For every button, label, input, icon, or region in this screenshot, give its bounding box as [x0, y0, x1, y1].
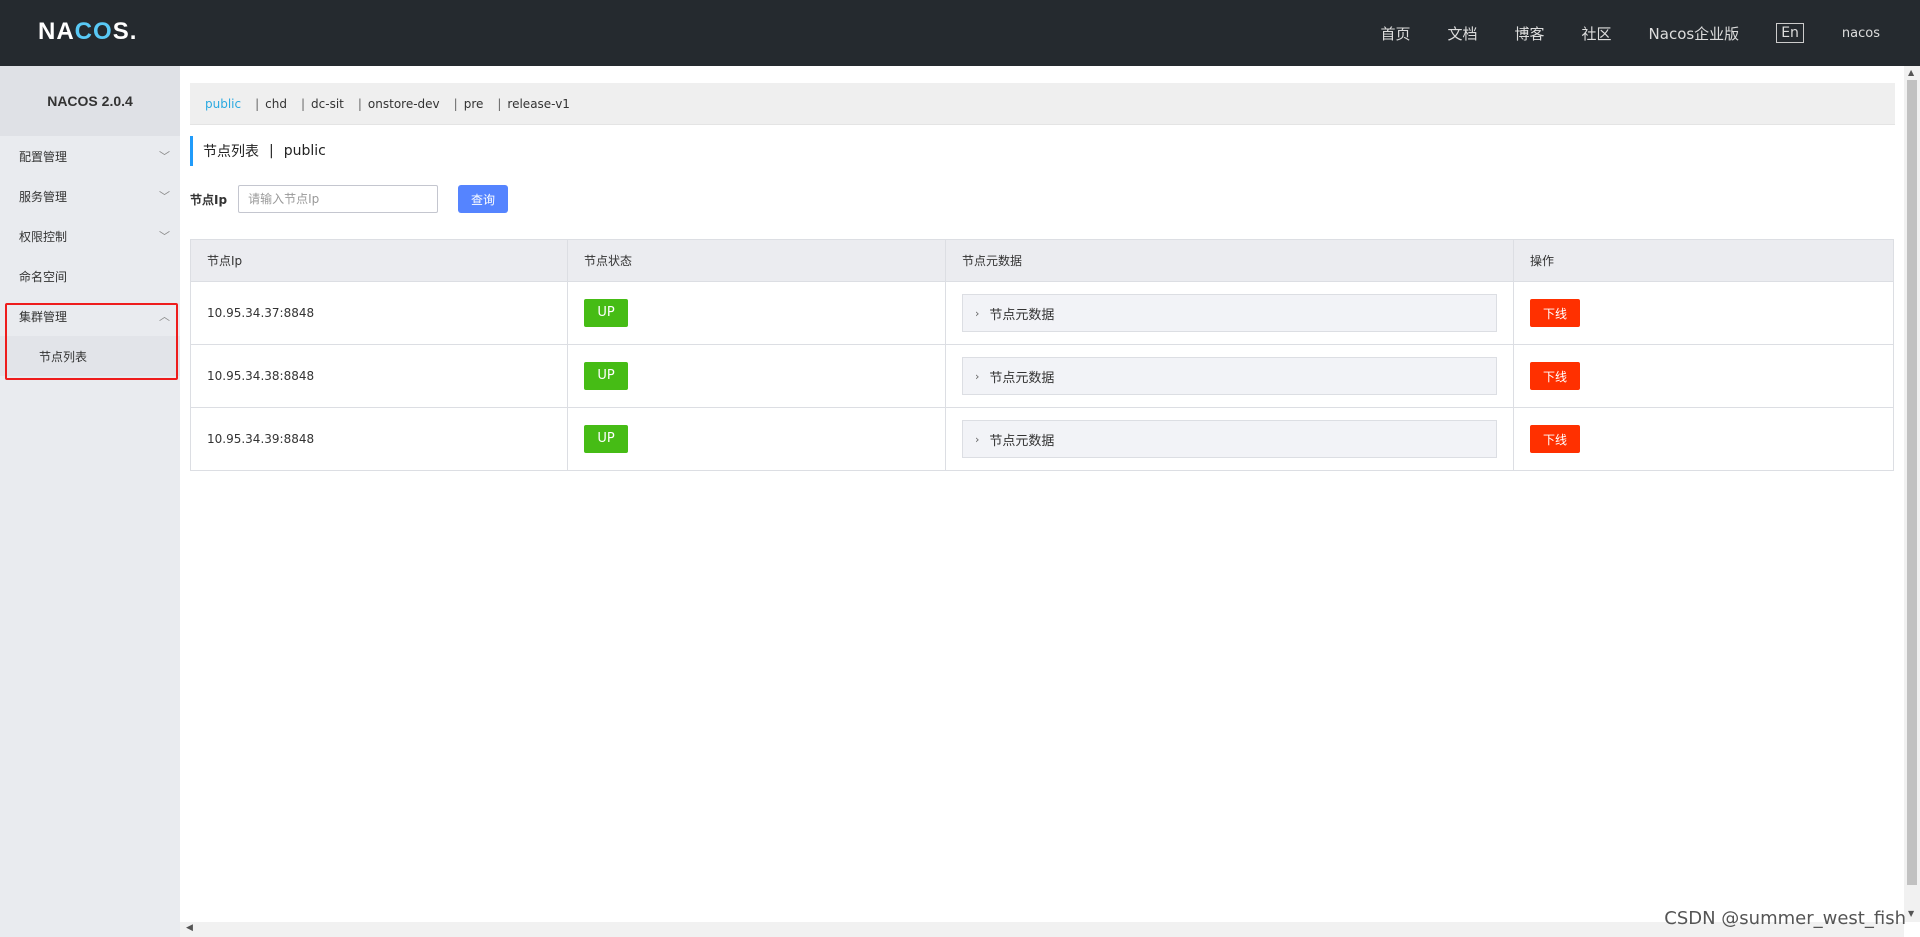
- node-ip: 10.95.34.39:8848: [190, 407, 568, 471]
- sidebar-item-label: 配置管理: [19, 149, 68, 164]
- namespace-item[interactable]: chd: [265, 97, 287, 111]
- status-badge: UP: [584, 362, 628, 390]
- namespace-separator: |: [497, 96, 502, 111]
- sidebar-item-auth[interactable]: 权限控制 ﹀: [0, 216, 180, 256]
- sidebar-item-cluster[interactable]: 集群管理 ︿: [0, 296, 180, 336]
- main-content: public | chd | dc-sit | onstore-dev | pr…: [180, 66, 1904, 922]
- namespace-separator: |: [357, 96, 362, 111]
- page-title: 节点列表 | public: [190, 136, 326, 166]
- namespace-separator: |: [255, 96, 260, 111]
- nacos-logo[interactable]: NACOS.: [38, 18, 137, 46]
- sidebar-item-label: 集群管理: [19, 309, 68, 324]
- sidebar-item-label: 服务管理: [19, 189, 68, 204]
- node-ip: 10.95.34.38:8848: [190, 344, 568, 408]
- column-header: 节点状态: [567, 239, 946, 282]
- status-badge: UP: [584, 299, 628, 327]
- chevron-right-icon: ›: [975, 306, 980, 320]
- table-row: 10.95.34.39:8848 UP › 节点元数据 下线: [190, 407, 1894, 471]
- metadata-collapse[interactable]: › 节点元数据: [962, 294, 1497, 332]
- chevron-up-icon: ︿: [159, 310, 170, 323]
- offline-button[interactable]: 下线: [1530, 362, 1580, 390]
- table-row: 10.95.34.37:8848 UP › 节点元数据 下线: [190, 281, 1894, 345]
- node-ip-search-input[interactable]: [238, 185, 439, 213]
- metadata-collapse[interactable]: › 节点元数据: [962, 357, 1497, 395]
- top-header: NACOS. 首页 文档 博客 社区 Nacos企业版 En nacos: [0, 0, 1920, 66]
- nav-enterprise[interactable]: Nacos企业版: [1649, 23, 1740, 44]
- chevron-down-icon: ﹀: [159, 190, 170, 203]
- node-ip: 10.95.34.37:8848: [190, 281, 568, 345]
- sidebar-subitem-node-list[interactable]: 节点列表: [0, 336, 180, 376]
- chevron-down-icon: ﹀: [159, 230, 170, 243]
- chevron-down-icon: ﹀: [159, 150, 170, 163]
- search-row: 节点Ip 查询: [190, 185, 509, 213]
- namespace-separator: |: [453, 96, 458, 111]
- table-row: 10.95.34.38:8848 UP › 节点元数据 下线: [190, 344, 1894, 408]
- column-header: 节点元数据: [945, 239, 1514, 282]
- scroll-down-icon[interactable]: ▼: [1908, 909, 1914, 918]
- namespace-item[interactable]: dc-sit: [311, 97, 344, 111]
- sidebar-item-namespace[interactable]: 命名空间: [0, 256, 180, 296]
- nav-docs[interactable]: 文档: [1447, 23, 1477, 44]
- namespace-item[interactable]: pre: [464, 97, 484, 111]
- offline-button[interactable]: 下线: [1530, 425, 1580, 453]
- horizontal-scrollbar[interactable]: ◀: [180, 922, 1904, 937]
- language-switch[interactable]: En: [1776, 23, 1804, 43]
- namespace-item[interactable]: onstore-dev: [368, 97, 440, 111]
- status-badge: UP: [584, 425, 628, 453]
- offline-button[interactable]: 下线: [1530, 299, 1580, 327]
- table-header-row: 节点Ip 节点状态 节点元数据 操作: [190, 239, 1894, 282]
- top-nav: 首页 文档 博客 社区 Nacos企业版 En nacos: [1380, 0, 1920, 66]
- sidebar-item-label: 权限控制: [19, 229, 68, 244]
- node-table: 节点Ip 节点状态 节点元数据 操作 10.95.34.37:8848 UP ›…: [190, 239, 1894, 471]
- namespace-item[interactable]: release-v1: [507, 97, 570, 111]
- watermark: CSDN @summer_west_fish: [1664, 908, 1906, 929]
- chevron-right-icon: ›: [975, 432, 980, 446]
- user-name[interactable]: nacos: [1842, 26, 1880, 41]
- sidebar-item-label: 命名空间: [19, 269, 68, 284]
- query-button[interactable]: 查询: [458, 185, 509, 213]
- scroll-left-icon[interactable]: ◀: [186, 923, 193, 933]
- metadata-collapse[interactable]: › 节点元数据: [962, 420, 1497, 458]
- sidebar-item-service[interactable]: 服务管理 ﹀: [0, 176, 180, 216]
- vertical-scrollbar[interactable]: ▲ ▼: [1904, 66, 1920, 922]
- namespace-separator: |: [300, 96, 306, 111]
- scrollbar-thumb[interactable]: [1907, 80, 1917, 885]
- sidebar-title: NACOS 2.0.4: [0, 66, 180, 136]
- sidebar: NACOS 2.0.4 配置管理 ﹀ 服务管理 ﹀ 权限控制 ﹀ 命名空间 集群管理 ︿…: [0, 66, 180, 937]
- search-label: 节点Ip: [190, 192, 228, 207]
- column-header: 节点Ip: [190, 239, 568, 282]
- nav-blog[interactable]: 博客: [1515, 23, 1545, 44]
- namespace-bar: public | chd | dc-sit | onstore-dev | pr…: [190, 83, 1895, 125]
- nav-community[interactable]: 社区: [1582, 23, 1612, 44]
- namespace-public[interactable]: public: [205, 97, 241, 111]
- chevron-right-icon: ›: [975, 369, 980, 383]
- scroll-up-icon[interactable]: ▲: [1908, 68, 1914, 77]
- nav-home[interactable]: 首页: [1380, 23, 1410, 44]
- sidebar-item-config[interactable]: 配置管理 ﹀: [0, 136, 180, 176]
- column-header: 操作: [1513, 239, 1894, 282]
